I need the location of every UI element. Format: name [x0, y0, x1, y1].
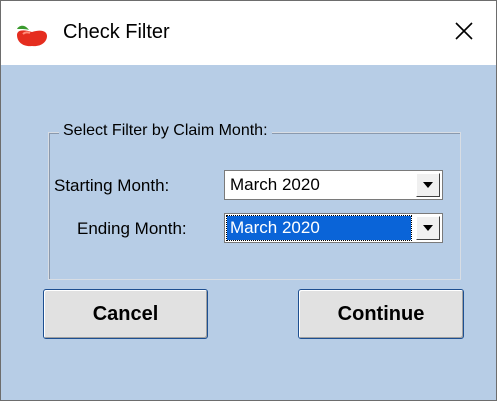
continue-button[interactable]: Continue	[298, 289, 464, 339]
chevron-down-icon	[422, 176, 434, 194]
cancel-button[interactable]: Cancel	[43, 289, 208, 339]
chevron-down-icon	[422, 219, 434, 237]
ending-month-label: Ending Month:	[77, 219, 187, 238]
claim-month-filter-group: Select Filter by Claim Month: Starting M…	[48, 122, 461, 280]
starting-month-value: March 2020	[230, 175, 320, 194]
close-icon	[454, 21, 474, 46]
close-button[interactable]	[441, 13, 487, 53]
ending-month-select[interactable]: March 2020	[224, 213, 443, 243]
starting-month-select[interactable]: March 2020	[224, 170, 443, 200]
starting-month-label: Starting Month:	[54, 176, 170, 195]
ending-month-dropdown-button[interactable]	[416, 216, 440, 240]
group-legend: Select Filter by Claim Month:	[59, 122, 272, 140]
starting-month-dropdown-button[interactable]	[416, 173, 440, 197]
title-bar: Check Filter	[1, 1, 496, 65]
check-filter-dialog: Check Filter Select Filter by Claim Mont…	[0, 0, 497, 401]
apple-icon	[15, 23, 49, 47]
ending-month-value: March 2020	[226, 215, 412, 241]
window-title: Check Filter	[63, 21, 170, 43]
dialog-body: Select Filter by Claim Month: Starting M…	[1, 65, 496, 400]
